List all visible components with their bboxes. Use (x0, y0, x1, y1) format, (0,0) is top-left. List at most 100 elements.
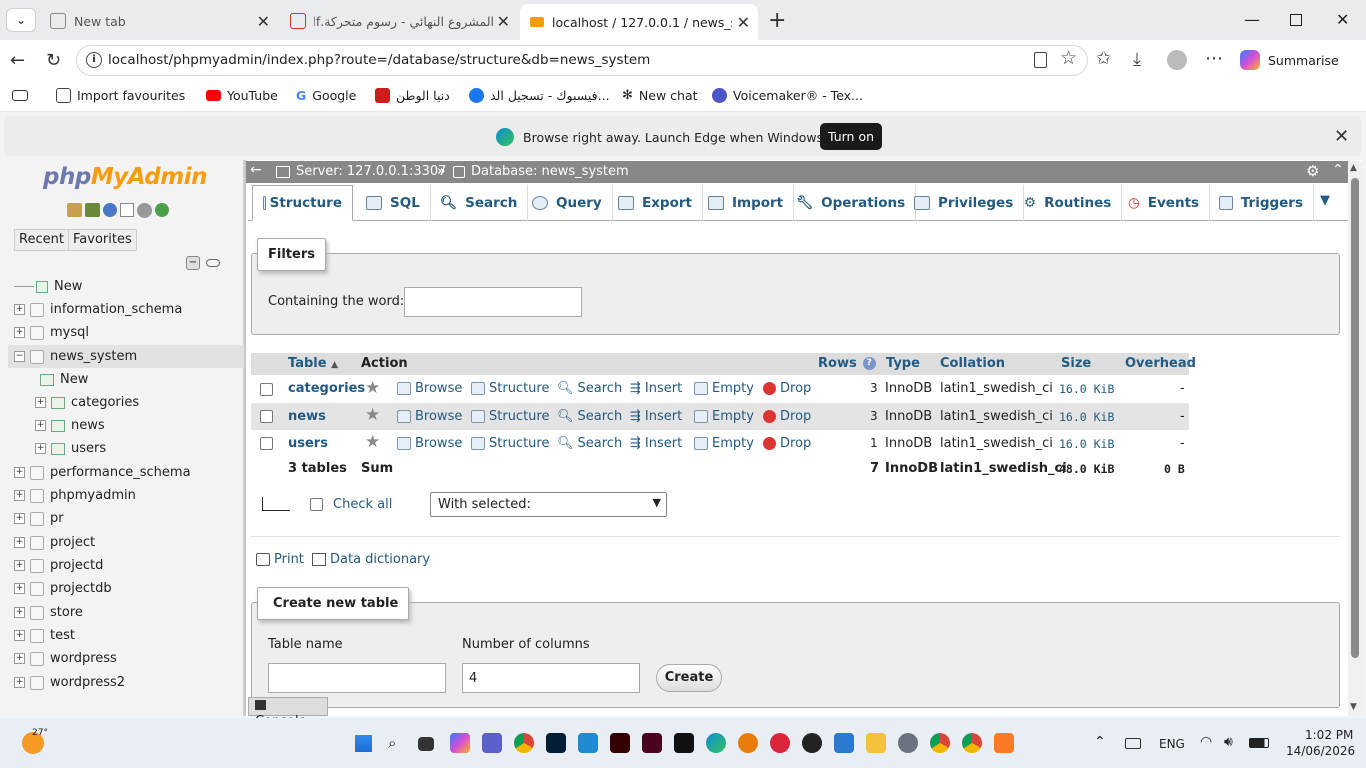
tab-routines[interactable]: ⚙ Routines (1014, 185, 1123, 221)
keyboard-icon[interactable] (1125, 738, 1141, 749)
expand-icon[interactable]: + (14, 583, 25, 594)
teams-icon[interactable] (482, 733, 502, 753)
reload-icon[interactable] (155, 203, 169, 217)
structure-link[interactable]: Structure (471, 409, 549, 424)
search-link[interactable]: 🔍︎ Search (557, 381, 622, 396)
browse-link[interactable]: Browse (397, 436, 462, 451)
row-size[interactable]: 16.0 KiB (1059, 410, 1114, 424)
tab-operations[interactable]: 🔧︎ Operations (786, 185, 917, 221)
wifi-icon[interactable]: ◠ (1200, 734, 1212, 750)
favorites-icon[interactable]: ✩ (1096, 48, 1111, 69)
table-name-link[interactable]: news (288, 409, 326, 424)
copilot-button[interactable]: Summarise (1236, 46, 1360, 74)
header-table[interactable]: Table ▲ (288, 356, 338, 371)
bookmark-donya[interactable]: دنيا الوطن (375, 88, 450, 103)
tab-import[interactable]: Import (698, 185, 795, 221)
filter-input[interactable] (404, 287, 582, 317)
language-indicator[interactable]: ENG (1159, 737, 1185, 751)
structure-link[interactable]: Structure (471, 436, 549, 451)
bookmark-google[interactable]: G Google (296, 88, 356, 103)
pma-logo[interactable]: phpMyAdmin (43, 164, 207, 190)
capcut-icon[interactable] (674, 733, 694, 753)
tree-item-table[interactable]: + news (35, 418, 105, 433)
chrome-icon[interactable] (514, 733, 534, 753)
docs-icon[interactable] (120, 203, 134, 217)
indesign-icon[interactable] (642, 733, 662, 753)
header-type[interactable]: Type (886, 356, 920, 371)
info-icon[interactable]: i (86, 52, 102, 68)
breadcrumb-server[interactable]: Server: 127.0.0.1:3307 (276, 164, 446, 179)
media-player-icon[interactable] (802, 733, 822, 753)
expand-icon[interactable]: + (14, 607, 25, 618)
header-size[interactable]: Size (1061, 356, 1091, 371)
bookmark-voicemaker[interactable]: Voicemaker® - Tex... (712, 88, 863, 103)
expand-icon[interactable]: + (35, 397, 46, 408)
back-icon[interactable]: ← (10, 50, 25, 71)
favorites-button[interactable]: Favorites (68, 229, 137, 251)
close-infobar-icon[interactable]: ✕ (1334, 126, 1349, 147)
task-view-icon[interactable] (418, 737, 434, 751)
console-bar[interactable]: Console (248, 697, 328, 729)
clock-time[interactable]: 1:02 PM (1305, 728, 1353, 742)
expand-icon[interactable]: + (14, 653, 25, 664)
table-name-link[interactable]: categories (288, 381, 365, 396)
header-rows[interactable]: Rows? (818, 356, 876, 371)
expand-icon[interactable]: + (35, 420, 46, 431)
with-selected-select[interactable]: With selected: ▼ (430, 492, 667, 517)
tree-item-new[interactable]: New (14, 279, 82, 294)
collapse-nav-icon[interactable]: ← (250, 162, 262, 178)
tab-events[interactable]: ◷ Events (1118, 185, 1211, 221)
expand-icon[interactable]: + (14, 513, 25, 524)
expand-icon[interactable]: + (35, 443, 46, 454)
favorite-star-icon[interactable]: ☆ (1060, 47, 1077, 69)
tree-item-table[interactable]: + categories (35, 395, 139, 410)
sidebar-toggle-icon[interactable] (12, 90, 28, 101)
browse-link[interactable]: Browse (397, 409, 462, 424)
minimize-icon[interactable]: — (1244, 10, 1260, 29)
drop-link[interactable]: Drop (763, 436, 811, 451)
create-button[interactable]: Create (656, 664, 722, 692)
illustrator-icon[interactable] (610, 733, 630, 753)
insert-link[interactable]: ⇶ Insert (630, 409, 682, 424)
row-checkbox[interactable] (260, 410, 273, 423)
tab-pdf[interactable]: المشروع النهائي - رسوم متحركة.pdf ✕ (280, 6, 518, 36)
close-icon[interactable]: ✕ (737, 13, 750, 32)
photos-icon[interactable] (834, 733, 854, 753)
logout-icon[interactable] (85, 203, 100, 217)
favorite-star-icon[interactable]: ★ (365, 405, 380, 425)
data-dictionary-link[interactable]: Data dictionary (312, 552, 430, 567)
tab-search[interactable]: 🔍︎ Search (430, 185, 529, 221)
tree-item-db[interactable]: + project (14, 535, 95, 550)
empty-link[interactable]: Empty (694, 381, 754, 396)
start-icon[interactable] (355, 735, 372, 752)
tab-sql[interactable]: SQL (356, 185, 431, 221)
row-size[interactable]: 16.0 KiB (1059, 437, 1114, 451)
favorite-star-icon[interactable]: ★ (365, 432, 380, 452)
volume-icon[interactable]: 🔊︎ (1224, 734, 1233, 750)
settings-icon[interactable] (898, 733, 918, 753)
app-red-icon[interactable] (770, 733, 790, 753)
edge-icon[interactable] (706, 733, 726, 753)
tree-item-db[interactable]: + mysql (14, 325, 89, 340)
num-columns-input[interactable]: 4 (462, 663, 640, 693)
tree-item-table[interactable]: + users (35, 441, 106, 456)
table-name-input[interactable] (268, 663, 446, 693)
bookmark-new-chat[interactable]: ✻ New chat (622, 88, 698, 103)
check-all-label[interactable]: Check all (333, 497, 392, 512)
tab-phpmyadmin[interactable]: localhost / 127.0.0.1 / news_system ✕ (520, 4, 758, 40)
print-link[interactable]: Print (256, 552, 304, 567)
tab-triggers[interactable]: Triggers (1209, 185, 1314, 221)
close-icon[interactable]: ✕ (257, 12, 270, 31)
breadcrumb-database[interactable]: Database: news_system (453, 164, 629, 179)
settings-icon[interactable] (137, 203, 152, 218)
avatar[interactable] (1167, 50, 1187, 70)
vscode-icon[interactable] (578, 733, 598, 753)
tree-item-db[interactable]: + wordpress (14, 651, 117, 666)
photoshop-icon[interactable] (546, 733, 566, 753)
expand-icon[interactable]: + (14, 304, 25, 315)
drop-link[interactable]: Drop (763, 381, 811, 396)
turn-on-button[interactable]: Turn on (820, 123, 882, 150)
clock-date[interactable]: 14/06/2026 (1286, 744, 1355, 758)
tab-structure[interactable]: Structure (252, 185, 353, 221)
tab-query[interactable]: Query (522, 185, 613, 221)
